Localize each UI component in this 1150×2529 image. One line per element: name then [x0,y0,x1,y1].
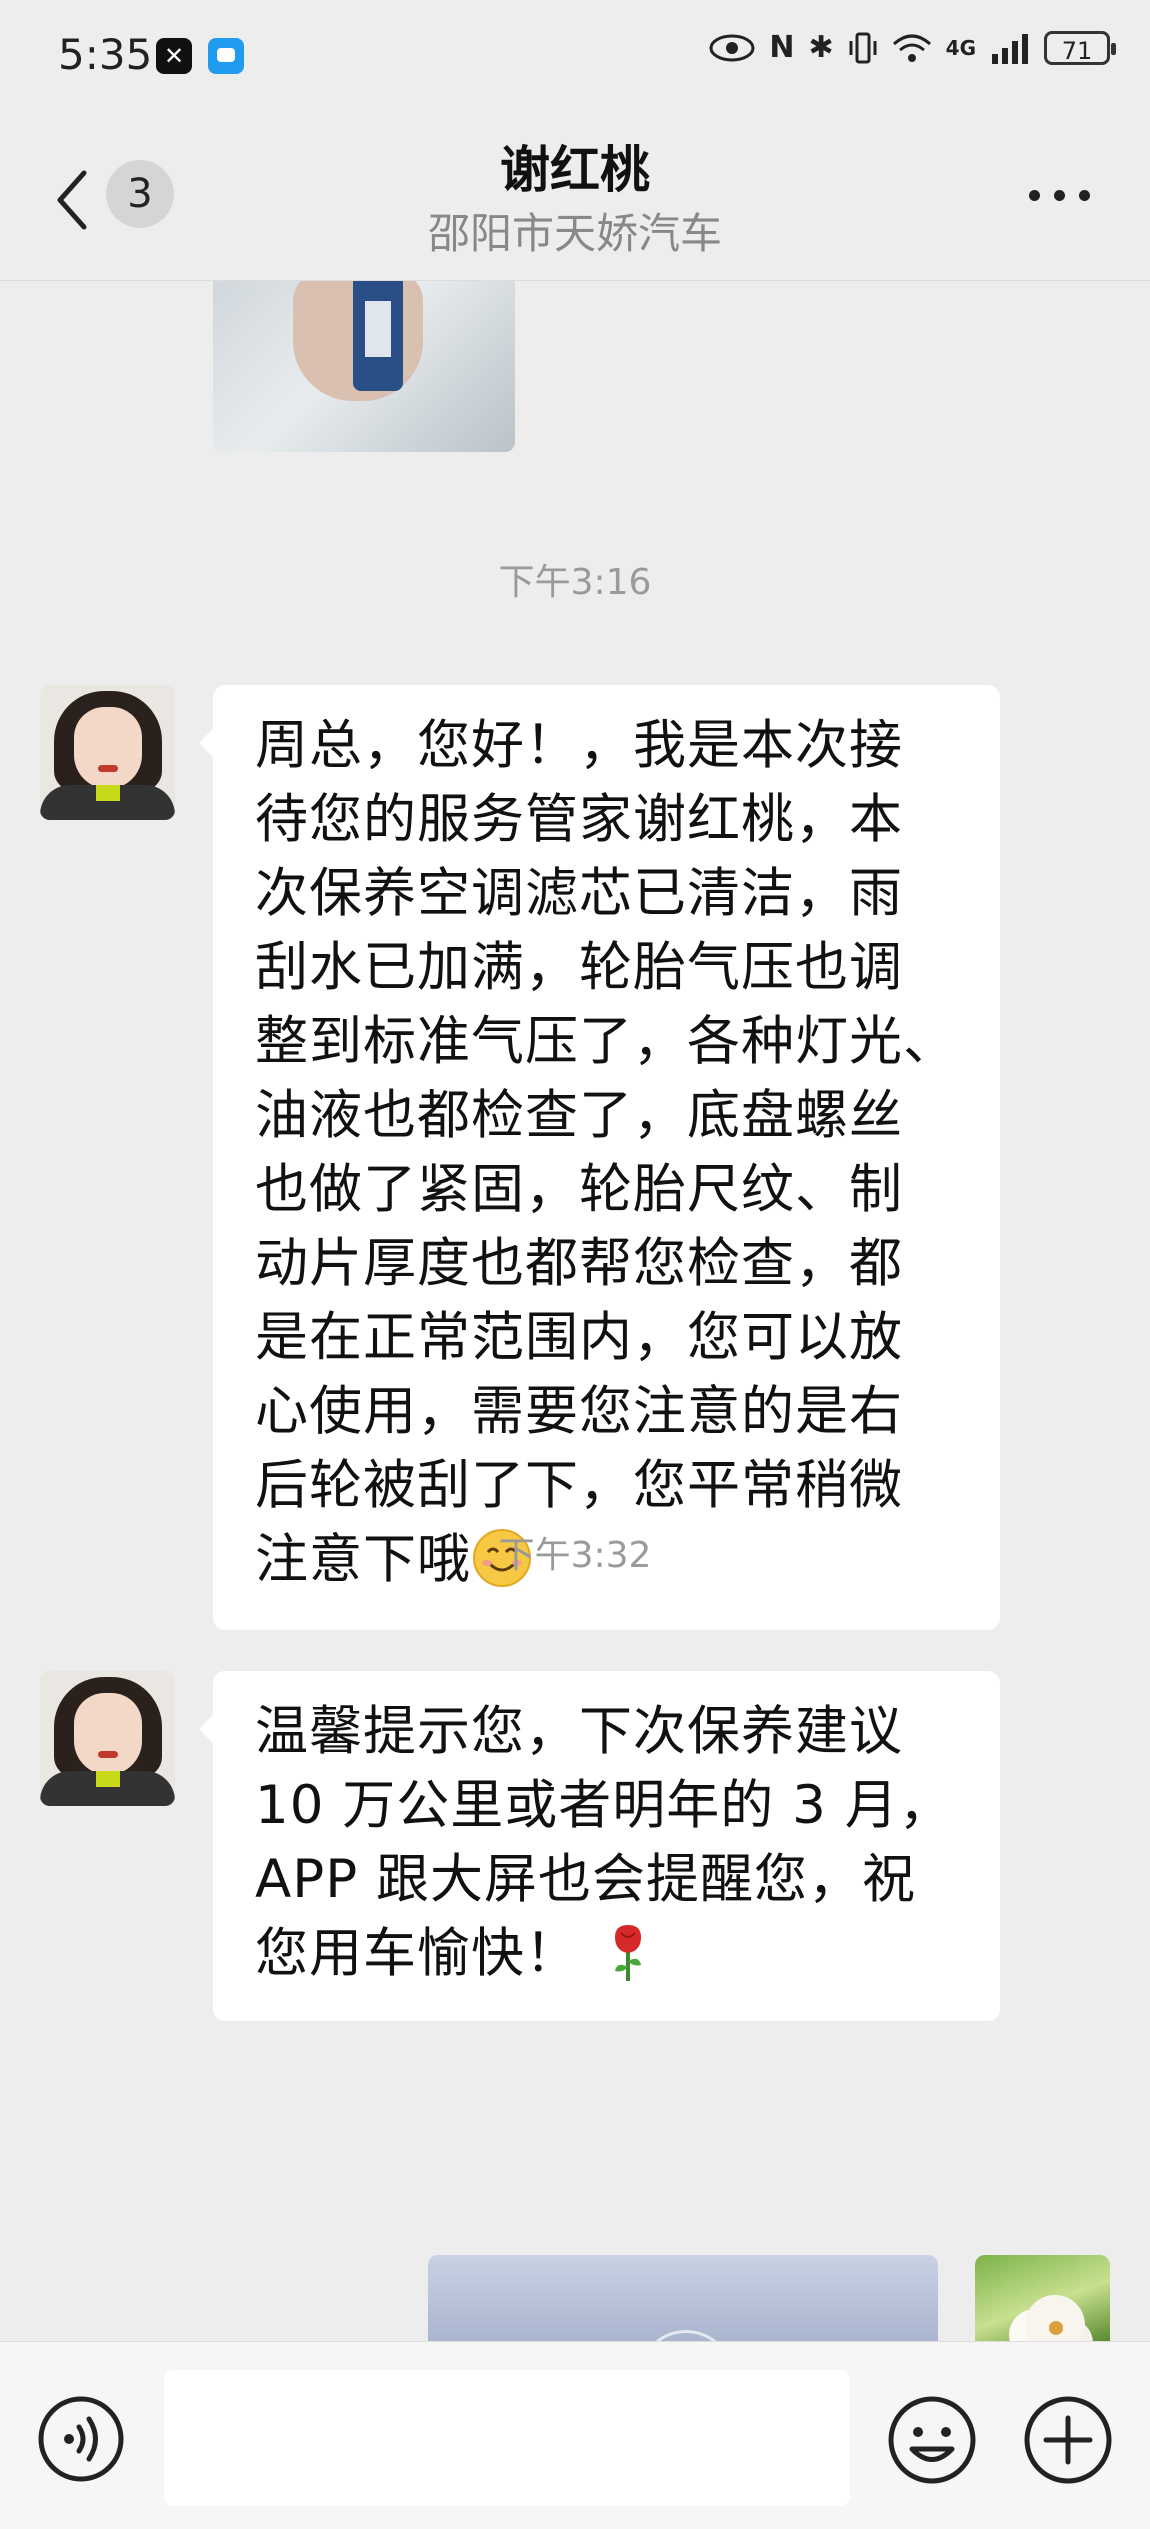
contact-name: 谢红桃 [500,141,650,199]
nfc-icon: N [769,30,795,65]
message-line: 10 万公里或者明年的 3 月， [255,1775,953,1836]
wifi-icon [892,34,931,62]
contact-avatar[interactable] [40,685,175,820]
message-line: 是在正常范围内，您可以放 [255,1307,903,1368]
message-line: 整到标准气压了，各种灯光、 [255,1011,957,1072]
message-line: 温馨提示您，下次保养建议 [255,1701,903,1762]
rose-icon [614,1925,641,1981]
chat-header: 3 谢红桃 邵阳市天娇汽车 [0,110,1150,281]
input-bar [0,2341,1150,2529]
message-line: APP 跟大屏也会提醒您，祝 [255,1849,917,1910]
battery-icon: 71 [1044,30,1116,65]
message-line: 后轮被刮了下，您平常稍微 [255,1455,903,1516]
network-type: 4G [945,35,976,60]
timestamp: 下午3:16 [498,562,652,603]
sent-card-message[interactable] [428,2255,938,2341]
vibrate-icon [849,32,877,63]
chat-notification-icon [208,38,244,74]
message-line: 周总，您好！，我是本次接 [255,715,903,776]
image-message[interactable] [213,281,515,452]
photo-car-key [353,281,403,391]
bluetooth-icon: ✱ [808,30,834,65]
app-notification-icon: ✕ [156,38,192,74]
more-options-icon[interactable] [1029,190,1090,201]
status-icons: N ✱ 4G 71 [709,30,1116,65]
message-line: 动片厚度也都帮您检查，都 [255,1233,903,1294]
self-avatar[interactable] [975,2255,1110,2341]
message-input[interactable] [164,2370,850,2506]
message-line: 心使用，需要您注意的是右 [255,1381,903,1442]
message-line: 油液也都检查了，底盘螺丝 [255,1085,903,1146]
message-list[interactable]: 下午3:16 周总，您好！，我是本次接 待您的服务管家谢红桃，本 次保养空调滤芯… [0,281,1150,2341]
status-time: 5:35 [58,30,153,79]
signal-icon [992,33,1028,64]
message-bubble[interactable]: 周总，您好！，我是本次接 待您的服务管家谢红桃，本 次保养空调滤芯已清洁，雨 刮… [199,685,1000,1630]
contact-avatar[interactable] [40,1671,175,1806]
add-more-icon[interactable] [1022,2394,1114,2486]
emoji-icon[interactable] [886,2394,978,2486]
message-line: 待您的服务管家谢红桃，本 [255,789,903,850]
chat-screen: 5:35 ✕ N ✱ 4G 71 3 谢红桃 邵阳市天娇汽车 下午3:16 周总… [0,0,1150,2529]
message-line: 次保养空调滤芯已清洁，雨 [255,863,903,924]
timestamp: 下午3:32 [498,1535,652,1576]
status-bar: 5:35 ✕ N ✱ 4G 71 [0,0,1150,110]
message-bubble[interactable]: 温馨提示您，下次保养建议 10 万公里或者明年的 3 月， APP 跟大屏也会提… [199,1671,1000,2021]
message-line: 您用车愉快！ [255,1923,579,1984]
message-line: 也做了紧固，轮胎尺纹、制 [255,1159,903,1220]
eye-icon [709,34,755,61]
message-last-line: 您用车愉快！ [255,1917,960,1991]
voice-input-icon[interactable] [36,2394,126,2484]
contact-company: 邵阳市天娇汽车 [427,209,722,258]
message-line: 刮水已加满，轮胎气压也调 [255,937,903,998]
